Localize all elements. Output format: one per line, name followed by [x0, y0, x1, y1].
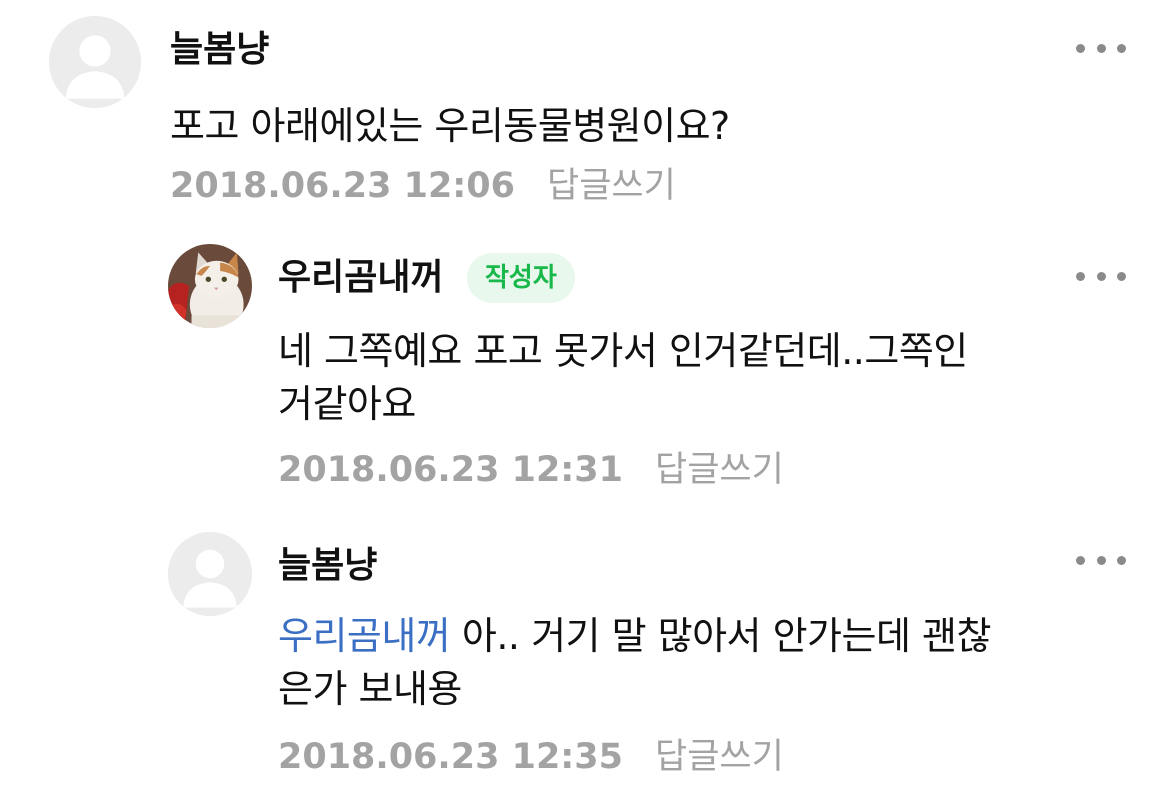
comment-meta: 2018.06.23 12:06 답글쓰기 — [170, 164, 676, 208]
mention-link[interactable]: 우리곰내꺼 — [278, 614, 451, 658]
reply-button[interactable]: 답글쓰기 — [655, 737, 784, 777]
comment-text: 네 그쪽예요 포고 못가서 인거같던데..그쪽인 거같아요 — [278, 325, 1128, 431]
comment-author[interactable]: 우리곰내꺼 — [278, 256, 444, 300]
comment-text: 우리곰내꺼 아.. 거기 말 많아서 안가는데 괜찮 은가 보내용 — [278, 610, 1128, 716]
comment-text-line: 은가 보내용 — [278, 667, 462, 711]
reply-button[interactable]: 답글쓰기 — [655, 450, 784, 490]
comment-author[interactable]: 늘봄냥 — [278, 544, 377, 588]
author-badge: 작성자 — [467, 253, 575, 303]
cat-photo-avatar — [168, 244, 252, 328]
comment-date: 2018.06.23 12:31 — [278, 450, 624, 490]
more-dots-icon[interactable] — [1076, 38, 1126, 58]
comment-meta: 2018.06.23 12:35 답글쓰기 — [278, 735, 784, 779]
comment-date: 2018.06.23 12:06 — [170, 166, 516, 206]
comment-item: 우리곰내꺼 작성자 네 그쪽예요 포고 못가서 인거같던데..그쪽인 거같아요 … — [0, 220, 1170, 510]
comment-text-segment: 아.. 거기 말 많아서 안가는데 괜찮 — [450, 614, 992, 658]
avatar[interactable] — [168, 532, 252, 616]
more-dots-icon[interactable] — [1076, 550, 1126, 570]
avatar[interactable] — [49, 16, 141, 108]
reply-button[interactable]: 답글쓰기 — [547, 166, 676, 206]
more-dots-icon[interactable] — [1076, 266, 1126, 286]
person-silhouette-icon — [49, 16, 141, 108]
comment-item: 늘봄냥 우리곰내꺼 아.. 거기 말 많아서 안가는데 괜찮 은가 보내용 20… — [0, 510, 1170, 786]
avatar[interactable] — [168, 244, 252, 328]
comment-meta: 2018.06.23 12:31 답글쓰기 — [278, 448, 784, 492]
person-silhouette-icon — [168, 532, 252, 616]
comment-date: 2018.06.23 12:35 — [278, 737, 624, 777]
comment-item: 늘봄냥 포고 아래에있는 우리동물병원이요? 2018.06.23 12:06 답… — [0, 0, 1170, 220]
comment-text-line: 거같아요 — [278, 382, 416, 426]
comment-text-line: 네 그쪽예요 포고 못가서 인거같던데..그쪽인 — [278, 329, 968, 373]
comment-author[interactable]: 늘봄냥 — [170, 28, 269, 72]
comment-text: 포고 아래에있는 우리동물병원이요? — [170, 104, 730, 148]
comment-text-line: 우리곰내꺼 아.. 거기 말 많아서 안가는데 괜찮 — [278, 610, 1128, 663]
